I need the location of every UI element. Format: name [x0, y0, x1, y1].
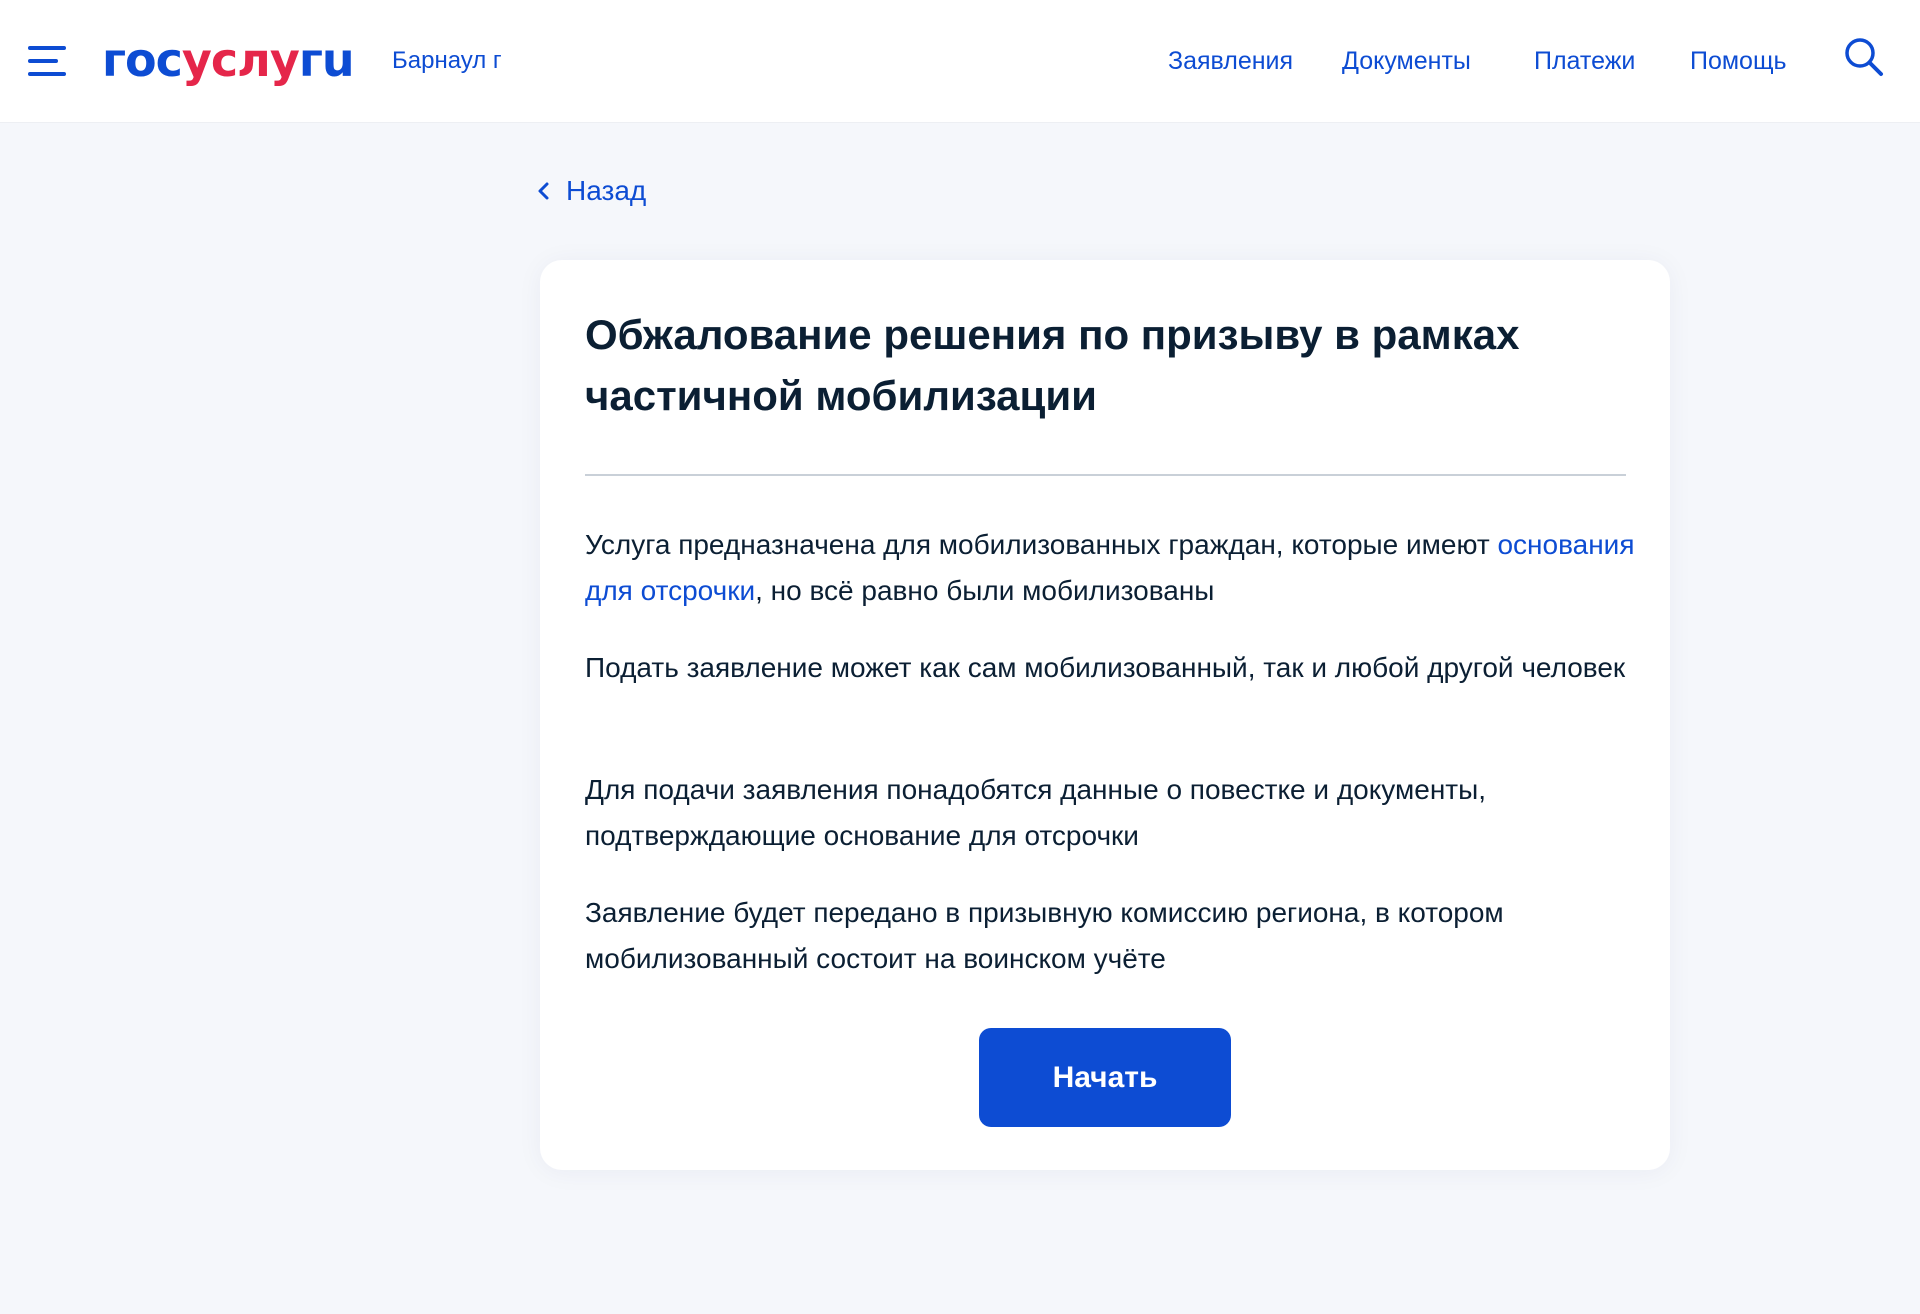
site-header: госуслугu Барнаул г Заявления Документы … — [0, 0, 1920, 122]
nav-link-payments[interactable]: Платежи — [1534, 46, 1635, 76]
nav-link-help[interactable]: Помощь — [1690, 46, 1787, 76]
who-can-apply-text: Подать заявление может как сам мобилизов… — [585, 652, 1626, 683]
nav-link-applications[interactable]: Заявления — [1168, 46, 1293, 76]
service-card: Обжалование решения по призыву в рамках … — [540, 260, 1670, 1170]
hamburger-menu-icon[interactable] — [28, 46, 68, 76]
search-icon-glyph — [1845, 38, 1883, 76]
description-text-start: Услуга предназначена для мобилизованных … — [585, 529, 1498, 560]
menu-line — [28, 46, 66, 50]
chevron-left-icon — [536, 175, 552, 200]
title-divider — [585, 474, 1626, 476]
logo-part-gu: гu — [298, 33, 355, 87]
service-description: Услуга предназначена для мобилизованных … — [585, 522, 1635, 614]
gosuslugi-logo[interactable]: госуслугu — [102, 32, 355, 88]
menu-line — [28, 72, 66, 76]
start-button[interactable]: Начать — [979, 1028, 1231, 1127]
nav-link-documents[interactable]: Документы — [1342, 46, 1471, 76]
search-icon[interactable] — [1843, 36, 1887, 80]
back-link-label: Назад — [566, 175, 647, 206]
logo-part-gos: гос — [102, 33, 183, 87]
description-text-end: , но всё равно были мобилизованы — [755, 575, 1215, 606]
location-selector[interactable]: Барнаул г — [392, 46, 502, 76]
required-data-text: Для подачи заявления понадобятся данные … — [585, 774, 1487, 851]
application-destination-text: Заявление будет передано в призывную ком… — [585, 897, 1504, 974]
logo-part-uslu: услу — [181, 33, 300, 87]
back-link[interactable]: Назад — [536, 174, 646, 208]
menu-line — [28, 59, 58, 63]
page-title: Обжалование решения по призыву в рамках … — [585, 311, 1520, 419]
